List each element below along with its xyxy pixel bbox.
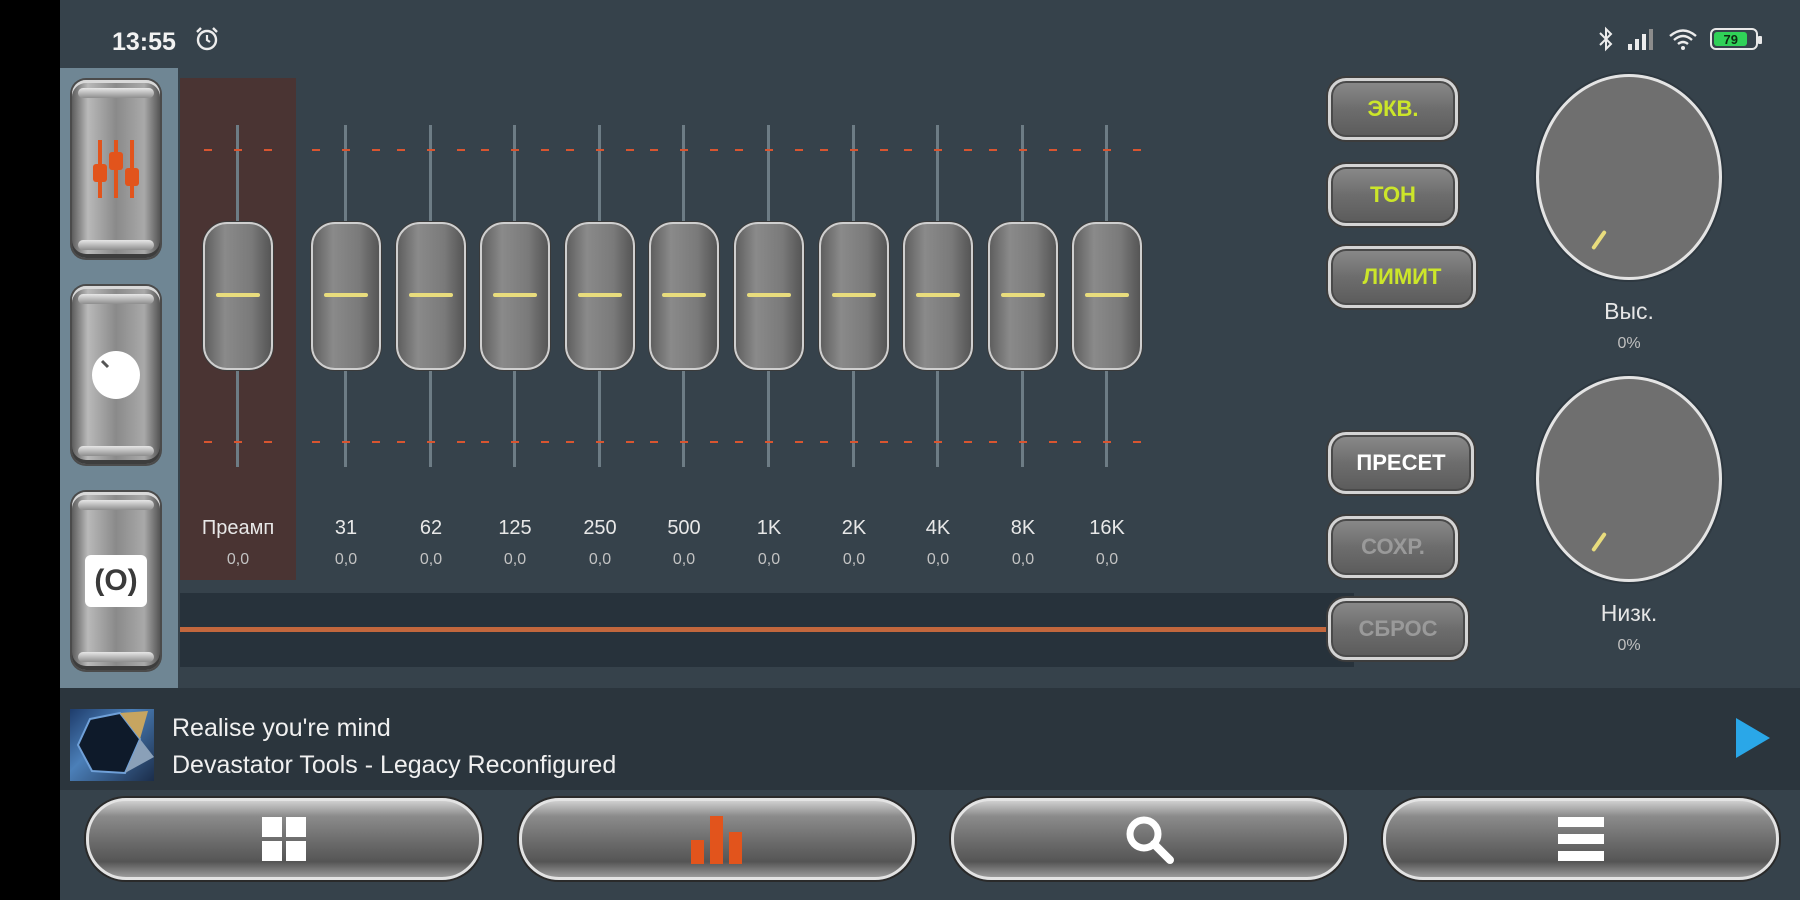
band-slider-4k[interactable] xyxy=(896,118,980,473)
band-slider-125[interactable] xyxy=(473,118,557,473)
treble-dial-pointer xyxy=(1591,229,1607,251)
preamp-label: Преамп xyxy=(201,517,275,539)
band-value: 0,0 xyxy=(1095,551,1119,568)
bass-label: Низк. xyxy=(1600,600,1658,626)
tone-knob-mode-button[interactable] xyxy=(72,286,160,464)
signal-icon xyxy=(1628,29,1653,50)
slider-min-marks xyxy=(650,441,718,445)
status-clock: 13:55 xyxy=(112,28,176,56)
treble-dial[interactable] xyxy=(1536,74,1722,280)
slider-max-marks xyxy=(989,149,1057,153)
limit-button[interactable]: ЛИМИТ xyxy=(1328,246,1476,308)
preset-button[interactable]: ПРЕСЕТ xyxy=(1328,432,1474,494)
band-slider-1k[interactable] xyxy=(727,118,811,473)
track-title: Realise you're mind xyxy=(172,714,391,742)
now-playing-bar[interactable]: Realise you're mind Devastator Tools - L… xyxy=(60,688,1800,790)
equalizer-mode-button[interactable] xyxy=(72,80,160,258)
bottom-navigation xyxy=(60,790,1800,900)
slider-max-marks xyxy=(204,149,272,153)
search-icon xyxy=(1126,816,1174,864)
track-artist: Devastator Tools - Legacy Reconfigured xyxy=(172,751,617,779)
band-slider-62[interactable] xyxy=(389,118,473,473)
treble-label: Выс. xyxy=(1604,298,1654,324)
play-icon[interactable] xyxy=(1736,718,1770,758)
band-slider-knob[interactable] xyxy=(1072,222,1142,370)
slider-max-marks xyxy=(820,149,888,153)
band-label: 16K xyxy=(1089,517,1125,539)
battery-icon: 79 xyxy=(1710,28,1762,50)
nav-search-button[interactable] xyxy=(951,798,1347,880)
bass-value: 0% xyxy=(1617,637,1641,654)
slider-max-marks xyxy=(650,149,718,153)
nav-menu-button[interactable] xyxy=(1383,798,1779,880)
spectrum-display xyxy=(180,593,1354,667)
grid-icon xyxy=(262,817,306,861)
slider-min-marks xyxy=(735,441,803,445)
treble-value: 0% xyxy=(1617,335,1641,352)
band-slider-knob[interactable] xyxy=(649,222,719,370)
bluetooth-icon xyxy=(1599,26,1613,52)
slider-min-marks xyxy=(989,441,1057,445)
nav-grid-button[interactable] xyxy=(86,798,482,880)
band-slider-knob[interactable] xyxy=(565,222,635,370)
band-slider-knob[interactable] xyxy=(903,222,973,370)
band-slider-knob[interactable] xyxy=(734,222,804,370)
slider-min-marks xyxy=(820,441,888,445)
equalizer-sliders-icon xyxy=(93,140,139,198)
eq-button[interactable]: ЭКВ. xyxy=(1328,78,1458,140)
slider-max-marks xyxy=(735,149,803,153)
alarm-icon xyxy=(196,27,218,51)
surround-mode-button[interactable]: (O) xyxy=(72,492,160,670)
surround-icon-label: (O) xyxy=(94,564,138,597)
bass-dial[interactable] xyxy=(1536,376,1722,582)
equalizer-screen: 13:55 79 (O) Преамп 0,0 31 0,0 62 0,0 12… xyxy=(60,0,1800,900)
spectrum-line xyxy=(180,627,1354,632)
menu-icon xyxy=(1558,817,1604,861)
wifi-icon xyxy=(1669,29,1697,50)
slider-min-marks xyxy=(204,441,272,445)
band-slider-31[interactable] xyxy=(304,118,388,473)
reset-button[interactable]: СБРОС xyxy=(1328,598,1468,660)
slider-min-marks xyxy=(904,441,972,445)
album-art[interactable] xyxy=(70,709,154,781)
band-slider-8k[interactable] xyxy=(981,118,1065,473)
slider-min-marks xyxy=(481,441,549,445)
status-icons: 79 xyxy=(1598,26,1762,52)
band-slider-2k[interactable] xyxy=(812,118,896,473)
slider-min-marks xyxy=(312,441,380,445)
slider-max-marks xyxy=(566,149,634,153)
band-slider-knob[interactable] xyxy=(988,222,1058,370)
band-slider-knob[interactable] xyxy=(396,222,466,370)
band-slider-250[interactable] xyxy=(558,118,642,473)
equalizer-bars-icon xyxy=(691,816,742,864)
preamp-value: 0,0 xyxy=(226,551,250,568)
status-bar: 13:55 79 xyxy=(60,0,1800,66)
band-slider-16k[interactable] xyxy=(1065,118,1149,473)
slider-max-marks xyxy=(397,149,465,153)
bass-dial-pointer xyxy=(1591,531,1607,553)
surround-icon: (O) xyxy=(85,555,147,607)
slider-min-marks xyxy=(566,441,634,445)
slider-max-marks xyxy=(312,149,380,153)
side-panel: (O) xyxy=(60,68,178,688)
preamp-slider-knob[interactable] xyxy=(203,222,273,370)
band-slider-knob[interactable] xyxy=(480,222,550,370)
band-slider-knob[interactable] xyxy=(311,222,381,370)
album-art-graphic xyxy=(76,711,154,775)
tone-button[interactable]: ТОН xyxy=(1328,164,1458,226)
preamp-slider[interactable] xyxy=(196,118,280,473)
slider-max-marks xyxy=(481,149,549,153)
band-slider-500[interactable] xyxy=(642,118,726,473)
slider-min-marks xyxy=(397,441,465,445)
slider-max-marks xyxy=(904,149,972,153)
nav-equalizer-button[interactable] xyxy=(519,798,915,880)
slider-max-marks xyxy=(1073,149,1141,153)
slider-min-marks xyxy=(1073,441,1141,445)
knob-icon xyxy=(92,351,140,399)
band-slider-knob[interactable] xyxy=(819,222,889,370)
save-button[interactable]: СОХР. xyxy=(1328,516,1458,578)
battery-level: 79 xyxy=(1714,32,1748,47)
